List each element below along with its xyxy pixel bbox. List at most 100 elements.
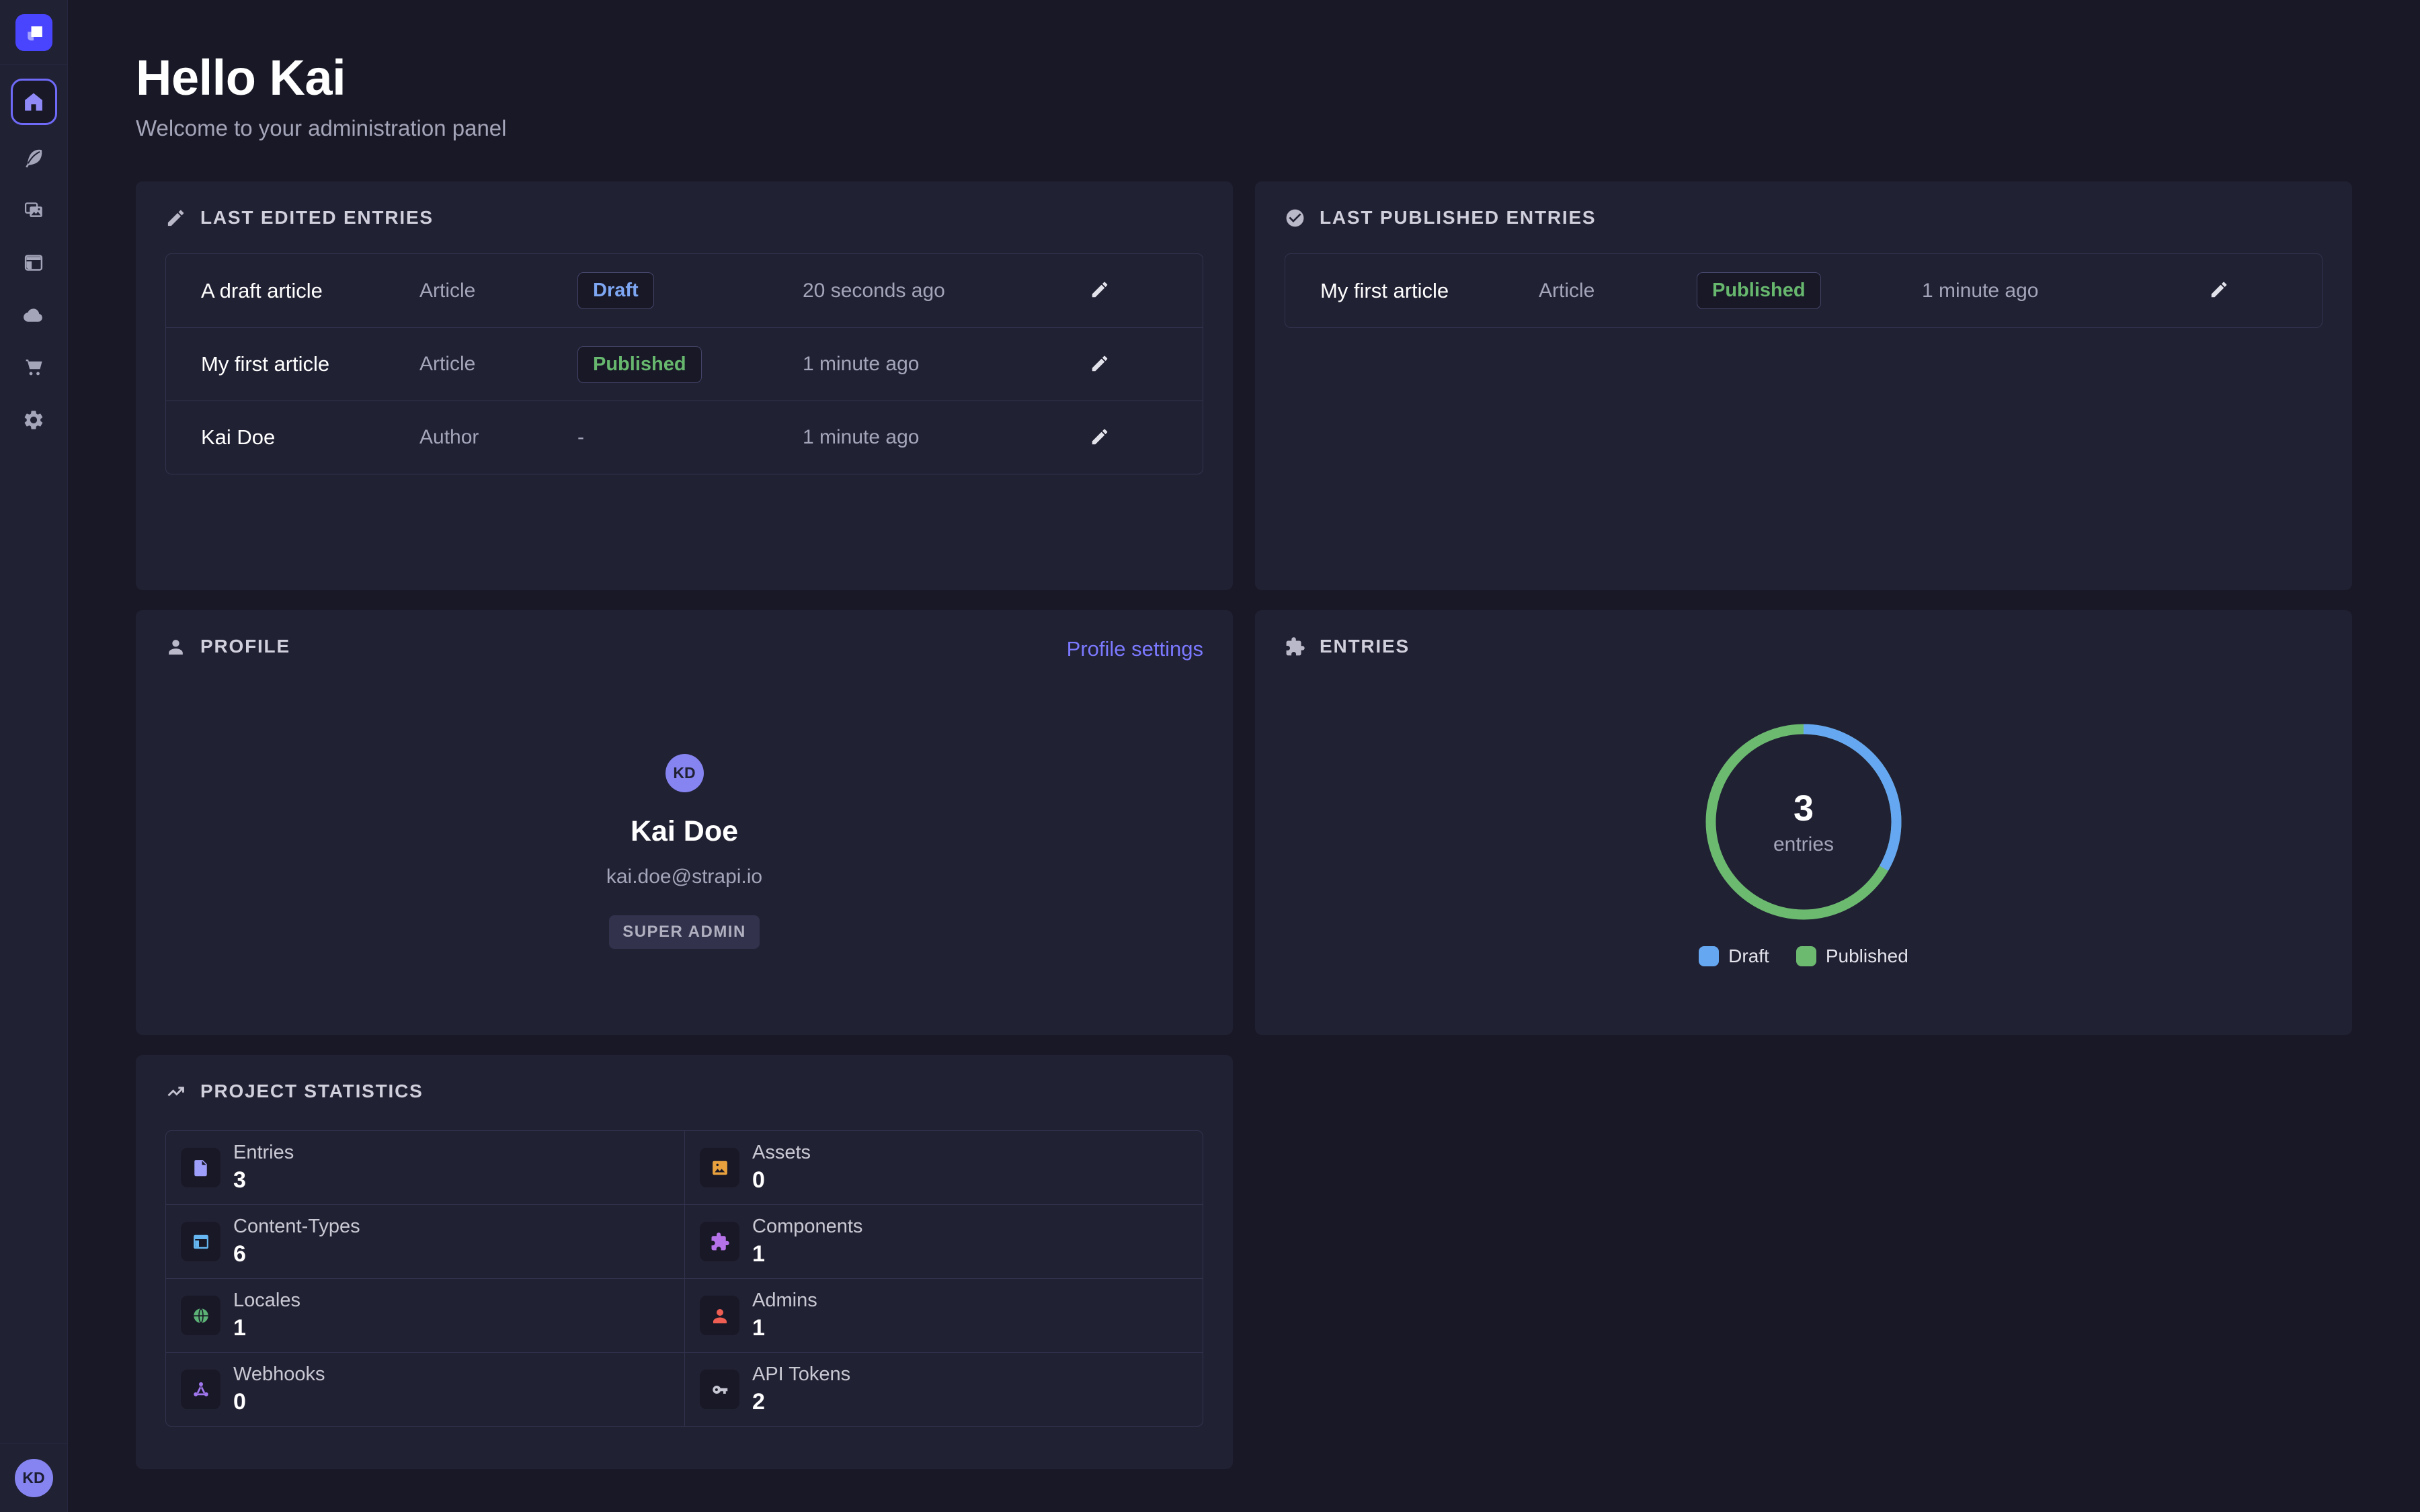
last-edited-entries-card: LAST EDITED ENTRIES A draft article Arti… (136, 181, 1233, 590)
dashboard-grid: LAST EDITED ENTRIES A draft article Arti… (136, 181, 2352, 1469)
sidebar-item-content-type-builder[interactable] (11, 248, 57, 278)
person-icon (710, 1306, 730, 1326)
pencil-icon (1090, 280, 1110, 300)
sidebar-item-marketplace[interactable] (11, 353, 57, 382)
entry-name: My first article (1320, 279, 1539, 303)
edit-entry-button[interactable] (2204, 276, 2234, 306)
stat-admins: Admins 1 (684, 1279, 1203, 1352)
sidebar: KD (0, 0, 68, 1512)
strapi-logo-icon (24, 23, 43, 42)
card-title: ENTRIES (1320, 636, 1410, 657)
stat-iconbox (700, 1370, 739, 1409)
stat-webhooks: Webhooks 0 (166, 1353, 684, 1426)
sidebar-footer: KD (0, 1443, 67, 1512)
legend-item-published: Published (1796, 946, 1908, 967)
stat-content-types: Content-Types 6 (166, 1205, 684, 1278)
edit-entry-button[interactable] (1085, 349, 1115, 379)
entry-name: A draft article (201, 279, 419, 303)
stat-value: 1 (233, 1315, 300, 1341)
legend-swatch-draft (1699, 946, 1719, 966)
page-title: Hello Kai (136, 49, 2352, 106)
sidebar-item-media-library[interactable] (11, 196, 57, 225)
media-images-icon (22, 199, 45, 222)
sidebar-item-home[interactable] (11, 79, 57, 125)
stat-value: 0 (752, 1167, 811, 1193)
card-header: LAST EDITED ENTRIES (165, 207, 1203, 228)
entry-kind: Article (419, 280, 577, 302)
stat-iconbox (700, 1148, 739, 1187)
stat-assets: Assets 0 (684, 1131, 1203, 1204)
stat-value: 6 (233, 1241, 360, 1267)
entry-kind: Author (419, 426, 577, 449)
last-published-table: My first article Article Published 1 min… (1285, 253, 2323, 328)
layout-builder-icon (22, 251, 45, 274)
entry-status: - (577, 426, 803, 449)
trending-up-icon (165, 1081, 186, 1102)
cloud-icon (22, 303, 46, 327)
legend-label: Draft (1728, 946, 1769, 967)
stat-label: Components (752, 1216, 862, 1238)
pencil-icon (2209, 280, 2229, 300)
pencil-icon (165, 208, 186, 228)
stat-iconbox (700, 1296, 739, 1335)
stat-label: Assets (752, 1142, 811, 1164)
stat-value: 1 (752, 1315, 817, 1341)
entry-name: My first article (201, 352, 419, 376)
sidebar-item-settings[interactable] (11, 405, 57, 435)
last-published-entries-card: LAST PUBLISHED ENTRIES My first article … (1255, 181, 2352, 590)
stat-value: 2 (752, 1389, 850, 1415)
status-badge: Draft (577, 272, 654, 309)
entry-time: 20 seconds ago (803, 280, 1085, 302)
card-title: LAST EDITED ENTRIES (200, 207, 434, 228)
check-circle-icon (1285, 208, 1305, 228)
project-statistics-card: PROJECT STATISTICS Entries 3 (136, 1055, 1233, 1469)
stat-iconbox (181, 1296, 220, 1335)
gear-icon (22, 409, 45, 431)
stats-row: Webhooks 0 API Tokens 2 (166, 1352, 1203, 1426)
strapi-logo[interactable] (15, 14, 52, 51)
role-badge: SUPER ADMIN (609, 915, 760, 949)
sidebar-item-content-manager[interactable] (11, 143, 57, 173)
stat-iconbox (700, 1222, 739, 1261)
stat-iconbox (181, 1222, 220, 1261)
card-header: PROJECT STATISTICS (165, 1081, 1203, 1102)
stat-iconbox (181, 1148, 220, 1187)
table-row: Kai Doe Author - 1 minute ago (166, 401, 1203, 474)
profile-email: kai.doe@strapi.io (606, 866, 762, 888)
edit-entry-button[interactable] (1085, 423, 1115, 452)
card-header: PROFILE (165, 636, 1203, 657)
stats-row: Locales 1 Admins 1 (166, 1278, 1203, 1352)
pencil-icon (1090, 353, 1110, 374)
donut-center: 3 entries (1703, 721, 1904, 923)
entry-time: 1 minute ago (1922, 280, 2204, 302)
card-title: PROFILE (200, 636, 290, 657)
entry-time: 1 minute ago (803, 353, 1085, 376)
entry-status: Published (577, 346, 803, 383)
profile-avatar: KD (666, 754, 704, 792)
stat-label: Webhooks (233, 1363, 325, 1386)
puzzle-icon (1285, 636, 1305, 657)
puzzle-icon (710, 1232, 730, 1252)
stat-label: Locales (233, 1290, 300, 1312)
stat-iconbox (181, 1370, 220, 1409)
card-header: ENTRIES (1285, 636, 2323, 657)
home-icon (22, 90, 46, 114)
stat-label: API Tokens (752, 1363, 850, 1386)
edit-entry-button[interactable] (1085, 276, 1115, 306)
user-avatar[interactable]: KD (15, 1459, 53, 1497)
entry-name: Kai Doe (201, 425, 419, 450)
entries-chart: 3 entries (1285, 721, 2323, 923)
chart-legend: Draft Published (1285, 946, 2323, 967)
pencil-icon (1090, 427, 1110, 447)
stat-label: Entries (233, 1142, 294, 1164)
entry-status: Published (1697, 272, 1922, 309)
stats-table: Entries 3 Assets (165, 1130, 1203, 1427)
stats-row: Entries 3 Assets (166, 1131, 1203, 1204)
legend-swatch-published (1796, 946, 1816, 966)
entry-kind: Article (1539, 280, 1697, 302)
sidebar-item-cloud[interactable] (11, 300, 57, 330)
globe-icon (191, 1306, 211, 1326)
key-icon (710, 1380, 730, 1400)
profile-settings-link[interactable]: Profile settings (1067, 637, 1203, 661)
card-title: PROJECT STATISTICS (200, 1081, 424, 1102)
